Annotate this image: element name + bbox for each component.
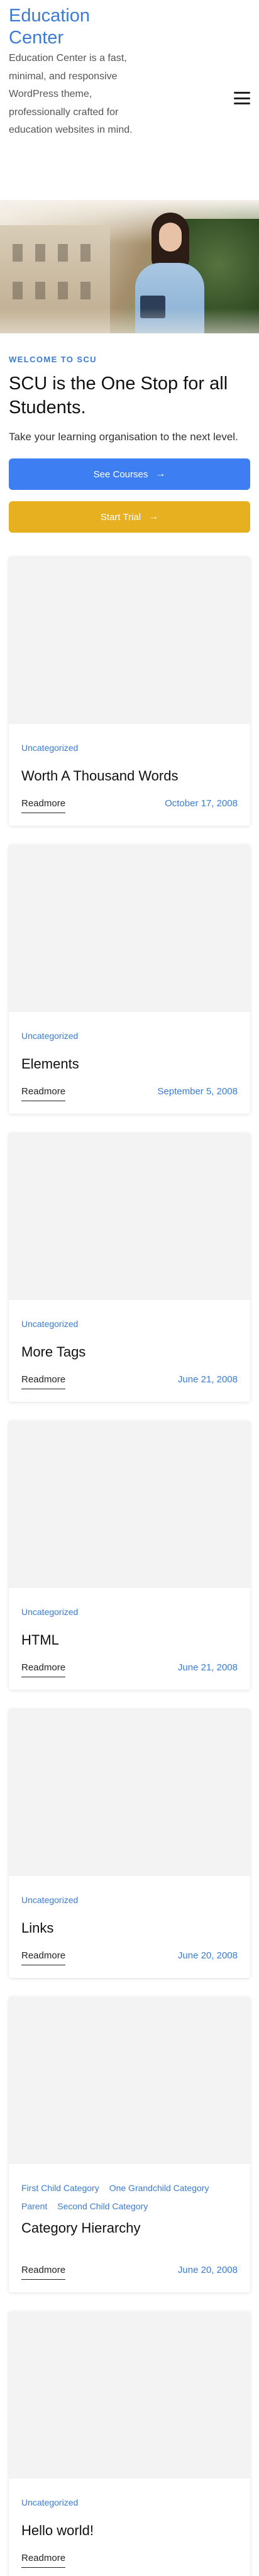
hero-image	[0, 200, 259, 333]
post-footer: Readmore September 5, 2008	[21, 1085, 238, 1101]
post-card: Uncategorized HTML Readmore June 21, 2008	[9, 1421, 250, 1690]
category-link[interactable]: One Grandchild Category	[109, 2182, 209, 2195]
intro-heading: SCU is the One Stop for all Students.	[9, 374, 228, 418]
post-title[interactable]: More Tags	[21, 1343, 238, 1361]
post-card: Uncategorized Elements Readmore September 5…	[9, 845, 250, 1114]
category-link[interactable]: Uncategorized	[21, 741, 78, 755]
post-body: Uncategorized Hello world! Readmore	[9, 2479, 250, 2576]
site-description: Education Center is a fast, minimal, and…	[9, 53, 133, 135]
readmore-link[interactable]: Readmore	[21, 1085, 66, 1101]
start-trial-label: Start Trial	[100, 511, 141, 523]
post-date: June 21, 2008	[177, 1662, 238, 1673]
post-title[interactable]: Links	[21, 1919, 238, 1937]
category-link[interactable]: Second Child Category	[57, 2200, 148, 2213]
readmore-link[interactable]: Readmore	[21, 1373, 66, 1389]
post-categories: Uncategorized	[21, 1030, 238, 1043]
category-link[interactable]: Parent	[21, 2200, 47, 2213]
post-card: First Child Category One Grandchild Categ…	[9, 1997, 250, 2292]
post-body: Uncategorized Elements Readmore September 5…	[9, 1012, 250, 1114]
readmore-link[interactable]: Readmore	[21, 2263, 66, 2280]
intro-section: WELCOME TO SCU SCU is the One Stop for a…	[0, 355, 259, 533]
site-title[interactable]: Education Center	[9, 5, 135, 49]
post-categories: Uncategorized	[21, 1894, 238, 1907]
post-title[interactable]: HTML	[21, 1631, 238, 1649]
post-thumbnail[interactable]	[9, 1421, 250, 1588]
post-body: First Child Category One Grandchild Categ…	[9, 2164, 250, 2292]
arrow-right-icon: →	[148, 511, 159, 522]
category-link[interactable]: Uncategorized	[21, 1030, 78, 1043]
post-title[interactable]: Category Hierarchy	[21, 2219, 238, 2237]
post-categories: First Child Category One Grandchild Categ…	[21, 2182, 238, 2213]
post-card: Uncategorized Hello world! Readmore	[9, 2311, 250, 2576]
post-body: Uncategorized Links Readmore June 20, 2008	[9, 1876, 250, 1978]
post-date: September 5, 2008	[157, 1086, 238, 1097]
post-date: June 21, 2008	[177, 1374, 238, 1385]
post-date: June 20, 2008	[177, 1950, 238, 1961]
post-date: October 17, 2008	[165, 798, 238, 809]
post-footer: Readmore June 20, 2008	[21, 2263, 238, 2280]
post-footer: Readmore June 20, 2008	[21, 1949, 238, 1965]
post-categories: Uncategorized	[21, 741, 238, 755]
post-categories: Uncategorized	[21, 1606, 238, 1619]
intro-subheading: Take your learning organisation to the n…	[9, 431, 238, 443]
post-thumbnail[interactable]	[9, 1133, 250, 1300]
post-categories: Uncategorized	[21, 2496, 238, 2509]
category-link[interactable]: Uncategorized	[21, 1318, 78, 1331]
readmore-link[interactable]: Readmore	[21, 1661, 66, 1677]
post-title[interactable]: Worth A Thousand Words	[21, 767, 238, 785]
post-thumbnail[interactable]	[9, 557, 250, 724]
see-courses-button[interactable]: See Courses →	[9, 458, 250, 490]
post-card: Uncategorized Links Readmore June 20, 2008	[9, 1709, 250, 1978]
post-title[interactable]: Hello world!	[21, 2522, 238, 2540]
category-link[interactable]: Uncategorized	[21, 2496, 78, 2509]
post-body: Uncategorized More Tags Readmore June 21, 2…	[9, 1300, 250, 1402]
post-body: Uncategorized HTML Readmore June 21, 2008	[9, 1588, 250, 1690]
intro-kicker: WELCOME TO SCU	[9, 355, 97, 364]
see-courses-label: See Courses	[93, 469, 148, 480]
post-footer: Readmore June 21, 2008	[21, 1373, 238, 1389]
post-thumbnail[interactable]	[9, 1997, 250, 2164]
site-header: Education Center Education Center is a f…	[0, 0, 259, 200]
start-trial-button[interactable]: Start Trial →	[9, 501, 250, 533]
post-categories: Uncategorized	[21, 1318, 238, 1331]
category-link[interactable]: First Child Category	[21, 2182, 99, 2195]
post-list: Uncategorized Worth A Thousand Words Readm…	[0, 557, 259, 2576]
post-thumbnail[interactable]	[9, 1709, 250, 1876]
post-card: Uncategorized Worth A Thousand Words Readm…	[9, 557, 250, 826]
post-card: Uncategorized More Tags Readmore June 21, 2…	[9, 1133, 250, 1402]
hamburger-menu-icon[interactable]	[234, 92, 250, 104]
category-link[interactable]: Uncategorized	[21, 1606, 78, 1619]
readmore-link[interactable]: Readmore	[21, 1949, 66, 1965]
post-thumbnail[interactable]	[9, 845, 250, 1012]
post-footer: Readmore	[21, 2551, 238, 2568]
category-link[interactable]: Uncategorized	[21, 1894, 78, 1907]
arrow-right-icon: →	[155, 469, 166, 479]
post-thumbnail[interactable]	[9, 2311, 250, 2479]
post-body: Uncategorized Worth A Thousand Words Readm…	[9, 724, 250, 826]
post-title[interactable]: Elements	[21, 1055, 238, 1073]
post-date: June 20, 2008	[177, 2265, 238, 2275]
readmore-link[interactable]: Readmore	[21, 2551, 66, 2568]
post-footer: Readmore June 21, 2008	[21, 1661, 238, 1677]
post-footer: Readmore October 17, 2008	[21, 797, 238, 813]
readmore-link[interactable]: Readmore	[21, 797, 66, 813]
